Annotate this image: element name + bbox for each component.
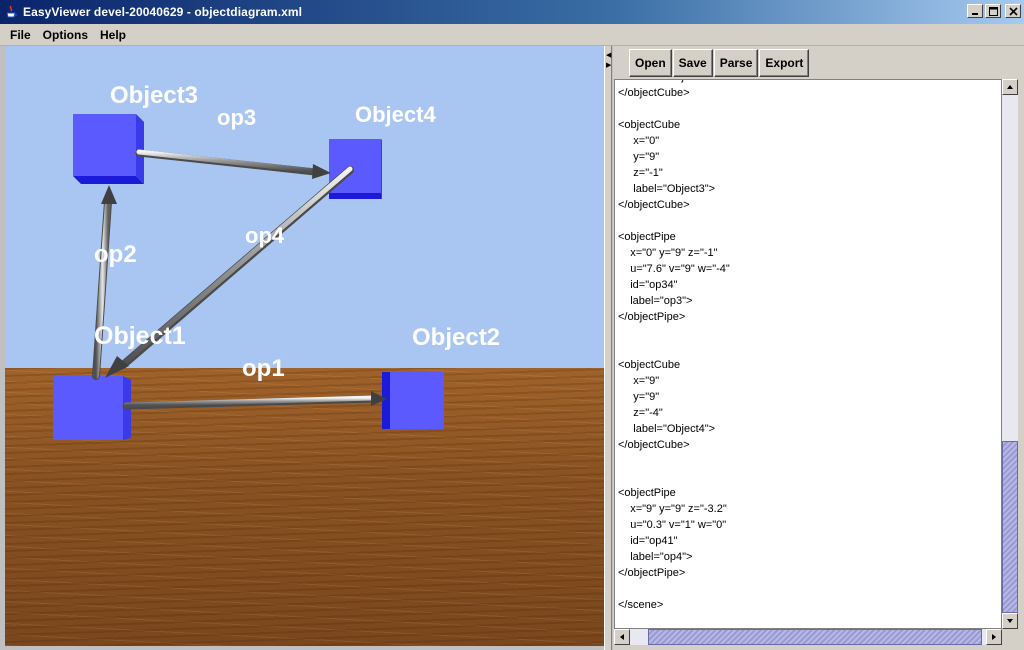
title-bar[interactable]: EasyViewer devel-20040629 - objectdiagra…	[0, 0, 1024, 24]
close-button[interactable]	[1005, 4, 1021, 18]
xml-panel: Open Save Parse Export label="Object2"><…	[613, 46, 1024, 650]
code-line[interactable]: </scene>	[618, 597, 998, 613]
arrowhead-icon	[101, 185, 117, 204]
vertical-scrollbar[interactable]	[1002, 79, 1018, 629]
export-button[interactable]: Export	[759, 49, 810, 77]
vertical-scroll-thumb[interactable]	[1002, 441, 1018, 613]
code-line[interactable]: label="Object4">	[618, 421, 998, 437]
cube-object2[interactable]	[382, 372, 444, 429]
code-line[interactable]: z="-4"	[618, 405, 998, 421]
code-line[interactable]: label="op4">	[618, 549, 998, 565]
code-line[interactable]: <objectCube	[618, 117, 998, 133]
scroll-left-button[interactable]	[614, 629, 630, 645]
code-line[interactable]: y="9"	[618, 149, 998, 165]
code-line[interactable]	[618, 341, 998, 357]
horizontal-scroll-track[interactable]	[630, 629, 986, 645]
xml-editor[interactable]: label="Object2"></objectCube> <objectCub…	[614, 79, 1002, 629]
3d-viewport[interactable]: Object3 op3 Object4 op2 op4 Object1 op1 …	[5, 46, 604, 646]
code-line[interactable]: u="0.3" v="1" w="0"	[618, 517, 998, 533]
vertical-scroll-track[interactable]	[1002, 95, 1018, 613]
window-title: EasyViewer devel-20040629 - objectdiagra…	[23, 5, 303, 19]
menu-options[interactable]: Options	[37, 26, 94, 44]
minimize-button[interactable]	[967, 4, 983, 18]
code-line[interactable]: id="op34"	[618, 277, 998, 293]
code-line[interactable]: <objectPipe	[618, 229, 998, 245]
horizontal-scrollbar[interactable]	[614, 629, 1002, 645]
code-line[interactable]: <objectPipe	[618, 485, 998, 501]
split-pane-divider[interactable]: ◀ ▶	[604, 46, 612, 650]
code-line[interactable]: x="9"	[618, 373, 998, 389]
scene-canvas[interactable]: Object3 op3 Object4 op2 op4 Object1 op1 …	[5, 46, 604, 646]
code-line[interactable]	[618, 581, 998, 597]
menu-file[interactable]: File	[4, 26, 37, 44]
code-line[interactable]	[618, 453, 998, 469]
code-line[interactable]: </objectCube>	[618, 197, 998, 213]
pipe-op1[interactable]	[122, 391, 387, 410]
code-line[interactable]: x="0"	[618, 133, 998, 149]
code-line[interactable]	[618, 101, 998, 117]
horizontal-scroll-thumb[interactable]	[648, 629, 982, 645]
code-line[interactable]: z="-1"	[618, 165, 998, 181]
maximize-button[interactable]	[985, 4, 1001, 18]
pipe-op3[interactable]	[135, 149, 331, 179]
label-op4: op4	[245, 223, 285, 248]
minimize-icon	[972, 13, 978, 15]
collapse-right-icon[interactable]: ▶	[606, 62, 612, 69]
scroll-right-button[interactable]	[986, 629, 1002, 645]
cube-object1[interactable]	[53, 376, 131, 440]
maximize-icon	[988, 6, 998, 16]
arrow-up-icon	[1007, 85, 1013, 89]
code-line[interactable]: x="0" y="9" z="-1"	[618, 245, 998, 261]
code-line[interactable]: id="op41"	[618, 533, 998, 549]
code-line[interactable]: y="9"	[618, 389, 998, 405]
code-line[interactable]: </objectCube>	[618, 85, 998, 101]
label-op3: op3	[217, 105, 256, 130]
code-line[interactable]: </objectPipe>	[618, 309, 998, 325]
label-op2: op2	[94, 241, 137, 268]
label-object4: Object4	[355, 102, 436, 127]
editor-toolbar: Open Save Parse Export	[629, 49, 810, 77]
label-op1: op1	[242, 355, 285, 382]
menu-bar: File Options Help	[0, 24, 1024, 46]
arrowhead-icon	[312, 164, 331, 179]
java-app-icon[interactable]	[4, 5, 18, 19]
menu-help[interactable]: Help	[94, 26, 132, 44]
arrow-left-icon	[620, 634, 624, 640]
code-line[interactable]: label="op3">	[618, 293, 998, 309]
code-line[interactable]: </objectPipe>	[618, 565, 998, 581]
scroll-down-button[interactable]	[1002, 613, 1018, 629]
close-icon	[1008, 6, 1018, 16]
save-button[interactable]: Save	[672, 49, 713, 77]
code-line[interactable]: u="7.6" v="9" w="-4"	[618, 261, 998, 277]
open-button[interactable]: Open	[629, 49, 672, 77]
xml-source-text[interactable]: label="Object2"></objectCube> <objectCub…	[618, 80, 998, 613]
code-line[interactable]	[618, 213, 998, 229]
arrow-right-icon	[992, 634, 996, 640]
code-line[interactable]: <objectCube	[618, 357, 998, 373]
cube-object3[interactable]	[73, 114, 144, 184]
scroll-up-button[interactable]	[1002, 79, 1018, 95]
label-object3: Object3	[110, 82, 198, 109]
cube-object4[interactable]	[329, 139, 382, 199]
code-line[interactable]: </objectCube>	[618, 437, 998, 453]
code-line[interactable]	[618, 469, 998, 485]
parse-button[interactable]: Parse	[713, 49, 759, 77]
code-line[interactable]	[618, 325, 998, 341]
arrow-down-icon	[1007, 619, 1013, 623]
code-line[interactable]: x="9" y="9" z="-3.2"	[618, 501, 998, 517]
label-object2: Object2	[412, 324, 500, 351]
collapse-left-icon[interactable]: ◀	[606, 52, 612, 59]
scrollbar-corner	[1002, 629, 1018, 645]
label-object1: Object1	[94, 322, 186, 350]
code-line[interactable]: label="Object3">	[618, 181, 998, 197]
